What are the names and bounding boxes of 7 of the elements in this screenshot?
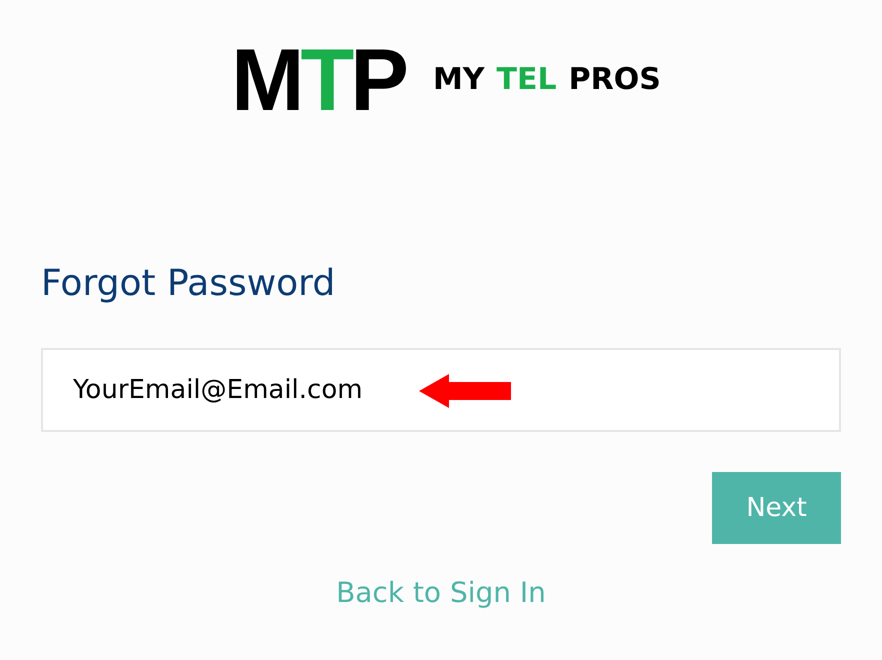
email-field[interactable]: YourEmail@Email.com [41,348,841,432]
arrow-icon [419,374,511,408]
logo-mark: MTP [231,44,406,116]
back-to-sign-in-link[interactable]: Back to Sign In [336,572,546,614]
page-heading: Forgot Password [41,262,336,306]
next-button[interactable]: Next [712,472,841,544]
logo-wordmark: MY TEL PROS [432,65,661,95]
